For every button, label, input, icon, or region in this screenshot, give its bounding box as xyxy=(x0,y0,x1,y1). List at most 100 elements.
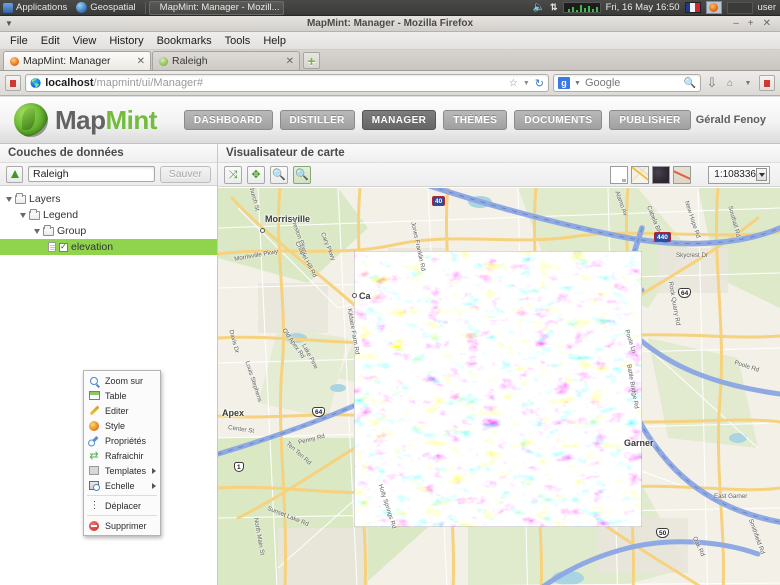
firefox-tray-icon[interactable] xyxy=(705,1,722,14)
url-text: localhost/mapmint/ui/Manager# xyxy=(45,77,505,89)
scale-icon xyxy=(88,480,100,492)
tree-node-layers[interactable]: Layers xyxy=(0,191,217,207)
speaker-icon[interactable]: 🔈 xyxy=(533,2,545,13)
home-icon[interactable]: ⌂ xyxy=(723,76,737,90)
geospatial-label: Geospatial xyxy=(90,2,136,13)
clock-label[interactable]: Fri, 16 May 16:50 xyxy=(606,2,680,13)
basemap-hybrid-thumb[interactable] xyxy=(673,165,692,184)
context-item-table[interactable]: Table xyxy=(84,388,160,403)
context-item-rafraichir[interactable]: ⇄ Rafraichir xyxy=(84,448,160,463)
tab-mapmint-manager[interactable]: MapMint: Manager ✕ xyxy=(3,51,151,70)
menu-help[interactable]: Help xyxy=(257,34,292,48)
zoom-to-extent-button[interactable]: ⤨ xyxy=(224,165,242,184)
context-item-echelle[interactable]: Echelle xyxy=(84,478,160,493)
maximize-button[interactable]: + xyxy=(748,18,754,29)
nav-publisher[interactable]: PUBLISHER xyxy=(609,110,691,130)
tree-node-group[interactable]: Group xyxy=(0,223,217,239)
tree-node-legend[interactable]: Legend xyxy=(0,207,217,223)
context-item-label: Déplacer xyxy=(105,500,142,511)
chevron-down-icon[interactable]: ▼ xyxy=(523,80,530,87)
user-name[interactable]: Gérald Fenoy xyxy=(696,114,766,126)
toolbar-overflow-icon[interactable]: ▼ xyxy=(741,76,755,90)
system-monitor-graph xyxy=(562,2,601,13)
tree-node-elevation[interactable]: ✓ elevation xyxy=(0,239,217,255)
basemap-satellite-thumb[interactable] xyxy=(652,165,671,184)
zoom-selection-button[interactable]: 🔍 xyxy=(293,165,311,184)
context-item-supprimer[interactable]: Supprimer xyxy=(84,518,160,533)
window-title: MapMint: Manager - Mozilla Firefox xyxy=(306,18,474,29)
tab-label: MapMint: Manager xyxy=(23,55,111,67)
network-updown-icon[interactable]: ⇅ xyxy=(550,2,558,13)
reload-icon[interactable]: ↻ xyxy=(535,77,544,90)
magnifier-icon xyxy=(88,375,100,387)
taskbar-window-button[interactable]: MapMint: Manager - Mozill... xyxy=(148,0,284,15)
star-icon[interactable]: ☆ xyxy=(509,78,518,89)
layer-visibility-checkbox[interactable]: ✓ xyxy=(59,242,68,252)
pan-button[interactable]: ✥ xyxy=(247,165,265,184)
tab-close-icon[interactable]: ✕ xyxy=(137,56,145,67)
download-arrow-icon[interactable]: ⇩ xyxy=(705,75,719,90)
page-proxy-icon[interactable] xyxy=(5,75,21,91)
search-input[interactable]: Google xyxy=(585,77,680,89)
menu-tools[interactable]: Tools xyxy=(219,34,257,48)
menu-edit[interactable]: Edit xyxy=(35,34,66,48)
context-item-label: Zoom sur xyxy=(105,375,144,386)
table-icon xyxy=(88,390,100,402)
import-layer-icon[interactable] xyxy=(6,165,23,183)
context-item-label: Templates xyxy=(105,465,147,476)
nav-documents[interactable]: DOCUMENTS xyxy=(514,110,603,130)
search-icon[interactable]: 🔍 xyxy=(684,78,696,89)
nav-distiller[interactable]: DISTILLER xyxy=(279,110,355,130)
app-logo[interactable]: MapMint xyxy=(14,103,157,137)
tab-raleigh[interactable]: Raleigh ✕ xyxy=(152,51,300,70)
context-item-label: Rafraichir xyxy=(105,450,144,461)
context-item-proprietes[interactable]: Propriétés xyxy=(84,433,160,448)
context-item-editer[interactable]: Editer xyxy=(84,403,160,418)
map-name-input[interactable]: Raleigh xyxy=(28,166,155,182)
context-item-style[interactable]: Style xyxy=(84,418,160,433)
city-label: Ca xyxy=(359,291,371,301)
map-canvas[interactable]: Morrisville Ca Apex Garner Morrisville P… xyxy=(218,188,780,585)
minimize-button[interactable]: – xyxy=(733,18,739,29)
reader-mode-icon[interactable] xyxy=(759,75,775,91)
applications-menu[interactable]: Applications xyxy=(0,0,73,16)
geospatial-menu[interactable]: Geospatial xyxy=(73,0,141,16)
city-marker xyxy=(260,228,265,233)
applications-label: Applications xyxy=(16,2,68,13)
context-item-zoom-sur[interactable]: Zoom sur xyxy=(84,373,160,388)
nav-themes[interactable]: THÈMES xyxy=(443,110,508,130)
chevron-down-icon[interactable] xyxy=(756,168,767,181)
menu-file[interactable]: File xyxy=(4,34,34,48)
menu-view[interactable]: View xyxy=(67,34,103,48)
google-icon[interactable]: g xyxy=(558,77,570,89)
chevron-down-icon[interactable] xyxy=(6,196,12,202)
magnifier-plus-icon: 🔍 xyxy=(272,168,286,181)
url-bar[interactable]: 🌎 localhost/mapmint/ui/Manager# ☆ ▼ ↻ xyxy=(25,74,549,92)
tab-close-icon[interactable]: ✕ xyxy=(286,56,294,67)
menu-bookmarks[interactable]: Bookmarks xyxy=(151,34,218,48)
context-item-templates[interactable]: Templates xyxy=(84,463,160,478)
chevron-down-icon[interactable]: ▼ xyxy=(574,80,581,87)
pan-arrows-icon: ✥ xyxy=(251,168,261,181)
save-button[interactable]: Sauver xyxy=(159,165,211,183)
nav-dashboard[interactable]: DASHBOARD xyxy=(183,110,273,130)
folder-icon xyxy=(43,224,54,236)
basemap-blank-thumb[interactable] xyxy=(610,165,629,184)
zoom-in-box-button[interactable]: 🔍 xyxy=(270,165,288,184)
new-tab-button[interactable]: + xyxy=(303,52,320,69)
chevron-down-icon[interactable] xyxy=(20,212,26,218)
menu-history[interactable]: History xyxy=(103,34,149,48)
context-item-label: Style xyxy=(105,420,126,431)
context-item-deplacer[interactable]: ⋮ Déplacer xyxy=(84,498,160,513)
search-bar[interactable]: g ▼ Google 🔍 xyxy=(553,74,701,92)
close-button[interactable]: ✕ xyxy=(763,18,771,29)
browser-menu-bar: File Edit View History Bookmarks Tools H… xyxy=(0,32,780,50)
nav-manager[interactable]: MANAGER xyxy=(361,110,437,130)
chevron-down-icon[interactable] xyxy=(34,228,40,234)
template-icon xyxy=(88,465,100,477)
basemap-roads-thumb[interactable] xyxy=(631,165,650,184)
scale-selector[interactable]: 1:108336 xyxy=(708,165,770,184)
panel-divider xyxy=(144,1,146,14)
user-label[interactable]: user xyxy=(758,2,776,13)
french-flag-icon[interactable] xyxy=(684,2,701,13)
